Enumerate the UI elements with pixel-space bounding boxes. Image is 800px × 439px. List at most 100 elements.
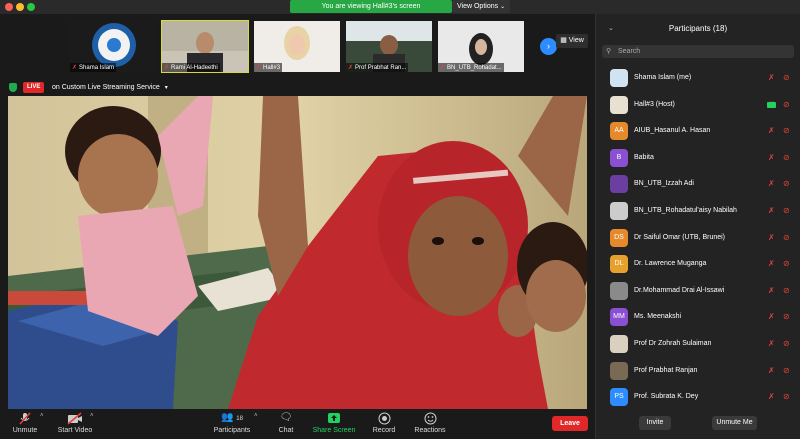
meeting-toolbar: Unmute ˄ Start Video ˄ 👥 18 Participants… xyxy=(0,409,595,439)
thumbnail-rami-al-hadeethi[interactable]: ✗ Rami Al-Hadeethi xyxy=(161,20,249,73)
live-stream-dropdown[interactable]: on Custom Live Streaming Service ▾ xyxy=(52,82,168,94)
panel-footer: Invite Unmute Me xyxy=(596,410,800,439)
avatar: DS xyxy=(610,228,628,247)
participant-name: Dr. Lawrence Muganga xyxy=(634,260,707,268)
participant-row[interactable]: Shama Islam (me) ✗ ⊘ xyxy=(596,65,800,92)
thumbnail-name-tag: ✗ Hall#3 xyxy=(254,63,283,72)
leave-button[interactable]: Leave xyxy=(552,416,588,431)
participant-row[interactable]: PS Prof. Subrata K. Dey ✗ ⊘ xyxy=(596,384,800,411)
participants-caret-icon[interactable]: ˄ xyxy=(254,413,258,419)
participant-row[interactable]: DL Dr. Lawrence Muganga ✗ ⊘ xyxy=(596,251,800,278)
mic-muted-icon xyxy=(19,412,31,425)
chevron-down-icon: ⌄ xyxy=(500,4,506,10)
record-button[interactable]: Record xyxy=(370,412,398,434)
video-off-icon: ⊘ xyxy=(783,338,790,348)
mic-muted-icon: ✗ xyxy=(440,65,446,71)
participant-name: Dr Saiful Omar (UTB, Brunei) xyxy=(634,233,726,241)
encryption-shield-icon[interactable] xyxy=(9,83,17,92)
view-button[interactable]: ▦ View xyxy=(556,34,588,48)
chat-button[interactable]: 🗨 Chat xyxy=(274,412,298,434)
collapse-chevron-icon[interactable]: ⌄ xyxy=(608,14,614,44)
thumbnail-name: Shama Islam xyxy=(79,65,115,71)
participant-name: Prof. Subrata K. Dey xyxy=(634,393,699,401)
avatar xyxy=(610,281,628,300)
classroom-video-frame xyxy=(8,96,587,409)
avatar xyxy=(610,69,628,87)
avatar: B xyxy=(610,148,628,167)
view-options-label: View Options xyxy=(457,3,499,10)
participant-row[interactable]: Dr.Mohammad Drai Al-Issawi ✗ ⊘ xyxy=(596,278,800,305)
participant-row[interactable]: AA AIUB_Hasanul A. Hasan ✗ ⊘ xyxy=(596,118,800,145)
thumbnail-name: Prof Prabhat Ran... xyxy=(355,65,407,71)
participant-name: Babita xyxy=(634,153,654,161)
record-label: Record xyxy=(372,427,396,434)
thumbnail-bn-utb-rohadatul[interactable]: ✗ BN_UTB_Rohadat... xyxy=(438,21,524,72)
participant-row[interactable]: MM Ms. Meenakshi ✗ ⊘ xyxy=(596,304,800,331)
avatar xyxy=(610,201,628,220)
avatar xyxy=(610,95,628,114)
video-off-icon: ⊘ xyxy=(783,392,790,402)
reactions-button[interactable]: Reactions xyxy=(412,412,448,434)
thumbnail-name: Rami Al-Hadeethi xyxy=(171,65,218,71)
video-off-icon xyxy=(67,412,82,425)
shared-screen-video xyxy=(8,96,587,409)
video-options-caret-icon[interactable]: ˄ xyxy=(90,413,94,419)
invite-button[interactable]: Invite xyxy=(639,416,671,430)
live-badge[interactable]: LIVE xyxy=(23,82,45,93)
mic-muted-icon: ✗ xyxy=(72,65,78,71)
participants-button[interactable]: 👥 18 Participants xyxy=(210,412,254,434)
thumbnail-name-tag: ✗ BN_UTB_Rohadat... xyxy=(438,63,504,72)
participant-name: Prof Prabhat Ranjan xyxy=(634,366,698,374)
next-thumbnails-arrow-icon[interactable]: › xyxy=(540,38,557,55)
mic-muted-icon: ✗ xyxy=(768,285,775,295)
zoom-window: You are viewing Hall#3's screen View Opt… xyxy=(0,0,800,439)
mic-muted-icon: ✗ xyxy=(768,179,775,189)
participant-row[interactable]: BN_UTB_Izzah Adi ✗ ⊘ xyxy=(596,171,800,198)
start-video-label: Start Video xyxy=(57,427,93,434)
participant-name: BN_UTB_Rohadatul'aisy Nabilah xyxy=(634,206,737,214)
video-off-icon: ⊘ xyxy=(783,232,790,242)
share-screen-button[interactable]: Share Screen xyxy=(311,412,357,434)
thumbnail-name: Hall#3 xyxy=(263,65,281,71)
participant-row[interactable]: B Babita ✗ ⊘ xyxy=(596,145,800,172)
participant-row[interactable]: Prof Dr Zohrah Sulaiman ✗ ⊘ xyxy=(596,331,800,358)
participant-name: BN_UTB_Izzah Adi xyxy=(634,180,694,188)
participant-search-input[interactable]: ⚲ Search xyxy=(602,45,794,58)
mic-muted-icon: ✗ xyxy=(164,65,170,71)
close-window-button[interactable] xyxy=(5,3,13,11)
video-off-icon: ⊘ xyxy=(783,259,790,269)
unmute-label: Unmute xyxy=(12,427,38,434)
video-off-icon: ⊘ xyxy=(783,126,790,136)
participant-row[interactable]: Hall#3 (Host)✗⊘ xyxy=(596,92,800,119)
viewing-screen-banner: You are viewing Hall#3's screen xyxy=(290,0,452,13)
search-placeholder: Search xyxy=(618,48,641,55)
video-off-icon: ⊘ xyxy=(783,312,790,322)
minimize-window-button[interactable] xyxy=(16,3,24,11)
thumbnail-hall3[interactable]: ✗ Hall#3 xyxy=(254,21,340,72)
view-options-button[interactable]: View Options ⌄ xyxy=(452,0,510,13)
unmute-me-button[interactable]: Unmute Me xyxy=(712,416,757,430)
view-button-label: View xyxy=(568,37,584,44)
unmute-button[interactable]: Unmute xyxy=(10,412,40,434)
avatar: AA xyxy=(610,122,628,141)
participant-name: Shama Islam (me) xyxy=(634,74,692,81)
participants-icon: 👥 18 xyxy=(221,412,243,423)
participant-row[interactable]: Prof Prabhat Ranjan ✗ ⊘ xyxy=(596,358,800,385)
audio-options-caret-icon[interactable]: ˄ xyxy=(40,413,44,419)
mic-muted-icon: ✗ xyxy=(768,232,775,242)
thumbnail-prof-prabhat-ranjan[interactable]: ✗ Prof Prabhat Ran... xyxy=(346,21,432,72)
participant-row[interactable]: BN_UTB_Rohadatul'aisy Nabilah ✗ ⊘ xyxy=(596,198,800,225)
participant-row[interactable]: DS Dr Saiful Omar (UTB, Brunei) ✗ ⊘ xyxy=(596,225,800,252)
reactions-label: Reactions xyxy=(414,427,446,434)
participant-name: Dr.Mohammad Drai Al-Issawi xyxy=(634,286,725,294)
avatar xyxy=(610,334,628,353)
share-screen-label: Share Screen xyxy=(312,427,356,434)
thumbnail-name-tag: ✗ Rami Al-Hadeethi xyxy=(162,63,220,72)
thumbnail-shama-islam[interactable]: ✗ Shama Islam xyxy=(70,21,156,72)
thumbnail-name-tag: ✗ Prof Prabhat Ran... xyxy=(346,63,409,72)
reactions-smiley-icon xyxy=(424,412,436,425)
start-video-button[interactable]: Start Video xyxy=(56,412,94,434)
video-off-icon: ⊘ xyxy=(783,285,790,295)
mic-muted-icon: ✗ xyxy=(768,312,775,322)
fullscreen-window-button[interactable] xyxy=(27,3,35,11)
